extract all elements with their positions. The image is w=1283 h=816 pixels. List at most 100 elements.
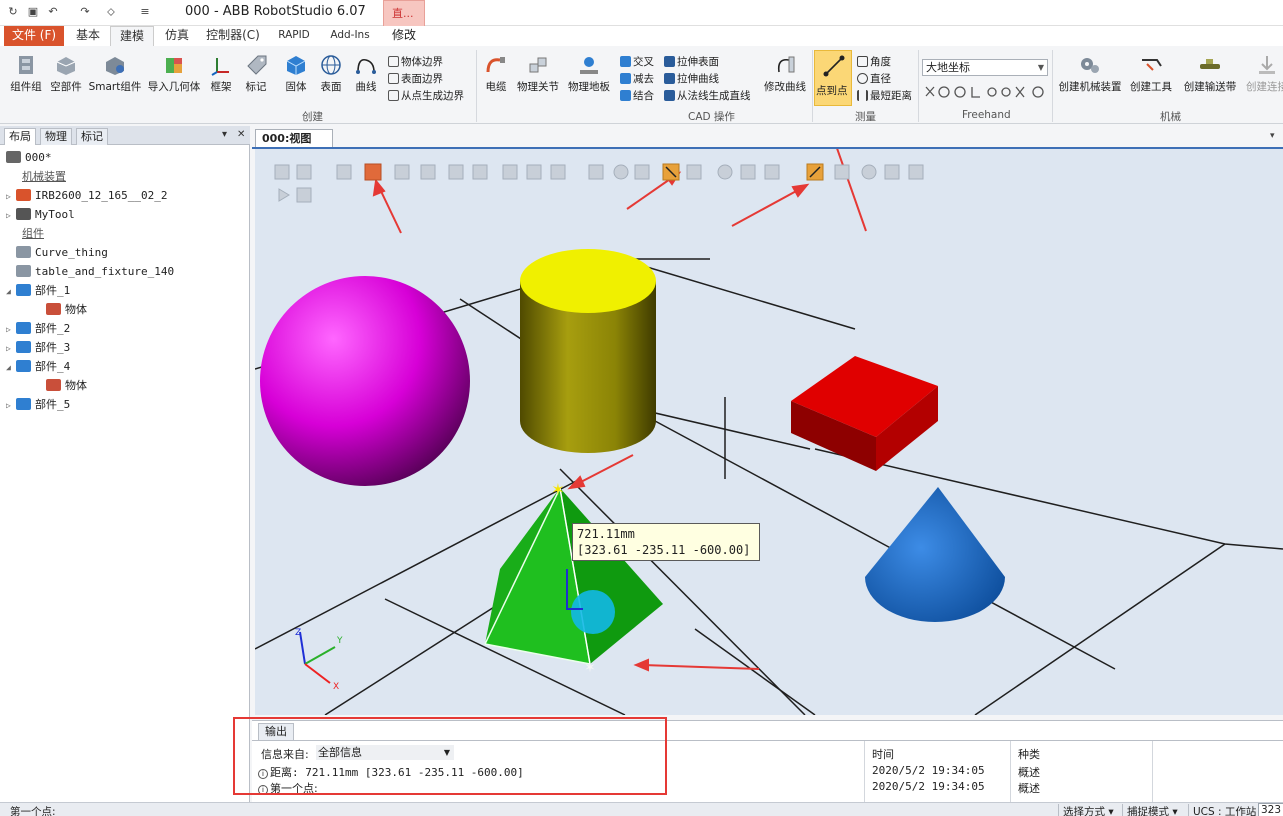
extrude-surface-button[interactable]: 拉伸表面 (664, 54, 719, 70)
button-label: 创建连接 (1246, 81, 1283, 93)
cable-button[interactable]: 电缆 (480, 54, 512, 94)
tab-rapid[interactable]: RAPID (270, 26, 318, 46)
tree-item-label: 部件_4 (35, 360, 71, 373)
button-label: 修改曲线 (764, 81, 806, 93)
expand-toggle-icon[interactable]: ◢ (6, 358, 16, 377)
scene-canvas[interactable]: ✶ ✶ Z Y X (255, 149, 1283, 715)
smart-component-icon (106, 57, 124, 75)
station-icon (6, 151, 21, 163)
expand-toggle-icon[interactable]: ▷ (6, 320, 16, 339)
output-kind: 概述 (1018, 782, 1040, 795)
tab-modeling[interactable]: 建模 (110, 26, 154, 46)
point-to-point-button[interactable]: 点到点 (814, 50, 852, 106)
snap-mode-dropdown[interactable]: 捕捉模式 ▾ (1122, 804, 1178, 816)
surface-button[interactable]: 表面 (315, 54, 347, 94)
physics-floor-button[interactable]: 物理地板 (565, 54, 613, 94)
tab-physics[interactable]: 物理 (40, 128, 72, 145)
angle-button[interactable]: 角度 (857, 54, 891, 70)
expand-toggle-icon[interactable]: ◢ (6, 282, 16, 301)
surface-boundary-button[interactable]: 表面边界 (388, 71, 443, 87)
intersect-button[interactable]: 交叉 (620, 54, 654, 70)
freehand-tools-icons[interactable] (924, 84, 1048, 100)
part-icon (16, 398, 31, 410)
create-conveyor-button[interactable]: 创建输送带 (1181, 54, 1239, 94)
select-icon[interactable]: ⬦ (104, 5, 118, 19)
axis-label-y: Y (336, 636, 343, 646)
union-button[interactable]: 结合 (620, 88, 654, 104)
cone-part[interactable] (865, 487, 1005, 622)
component-group-button[interactable]: 组件组 (8, 54, 44, 94)
sphere-part[interactable] (260, 276, 470, 486)
diameter-button[interactable]: 直径 (857, 71, 891, 87)
select-part-icon[interactable] (364, 163, 382, 181)
empty-part-button[interactable]: 空部件 (48, 54, 84, 94)
tree-item[interactable]: Curve_thing (6, 243, 108, 262)
expand-toggle-icon[interactable]: ▷ (6, 396, 16, 415)
tab-file[interactable]: 文件 (F) (4, 26, 64, 46)
select-mode-dropdown[interactable]: 选择方式 ▾ (1058, 804, 1114, 816)
panel-close-icon[interactable]: ✕ (237, 129, 245, 140)
physics-joint-button[interactable]: 物理关节 (514, 54, 562, 94)
tree-item[interactable]: 000* (6, 148, 52, 167)
line-from-normal-button[interactable]: 从法线生成直线 (664, 88, 751, 104)
tab-tags[interactable]: 标记 (76, 128, 108, 145)
expand-toggle-icon[interactable]: ▷ (6, 206, 16, 225)
customize-icon[interactable]: ≡ (138, 5, 152, 19)
tree-item[interactable]: ▷ 部件_3 (6, 338, 70, 357)
cylinder-part[interactable] (520, 249, 656, 453)
tag-button[interactable]: 标记 (240, 54, 272, 94)
solid-button[interactable]: 固体 (280, 54, 312, 94)
tab-modify[interactable]: 修改 (384, 26, 424, 46)
create-tool-button[interactable]: 创建工具 (1126, 54, 1176, 94)
tab-controller[interactable]: 控制器(C) (200, 26, 266, 46)
tab-addins[interactable]: Add-Ins (324, 26, 376, 46)
tree-item[interactable]: 物体 (36, 376, 87, 395)
boundary-from-points-button[interactable]: 从点生成边界 (388, 88, 464, 104)
tree-item[interactable]: ◢ 部件_1 (6, 281, 70, 300)
button-label: 电缆 (485, 81, 507, 93)
refresh-icon[interactable]: ↻ (6, 5, 20, 19)
save-icon[interactable]: ▣ (26, 5, 40, 19)
view-tab[interactable]: 000:视图1× (255, 129, 333, 162)
button-label: 最短距离 (870, 90, 912, 102)
tree-item[interactable]: ▷ MyTool (6, 205, 75, 224)
tab-layout[interactable]: 布局 (4, 128, 36, 145)
min-distance-button[interactable]: 最短距离 (857, 88, 912, 104)
reference-frame-dropdown[interactable]: 大地坐标 ▼ (922, 59, 1048, 76)
curve-button[interactable]: 曲线 (350, 54, 382, 94)
tree-item-label: 物体 (65, 379, 87, 392)
import-geometry-button[interactable]: 导入几何体 (145, 54, 203, 94)
tab-simulation[interactable]: 仿真 (156, 26, 198, 46)
tree-item[interactable]: ◢ 部件_4 (6, 357, 70, 376)
view-menu-icon[interactable]: ▾ (1270, 131, 1275, 141)
tree-group-header: 组件 (22, 224, 44, 243)
expand-toggle-icon[interactable]: ▷ (6, 187, 16, 206)
undo-icon[interactable]: ↶ (46, 5, 60, 19)
tree-item[interactable]: ▷ 部件_5 (6, 395, 70, 414)
create-connection-button[interactable]: 创建连接 (1242, 54, 1283, 94)
viewport-toolbar[interactable] (271, 163, 936, 209)
panel-pin-icon[interactable]: ▾ (222, 129, 227, 140)
redo-icon[interactable]: ↷ (78, 5, 92, 19)
tree-item[interactable]: table_and_fixture_140 (6, 262, 174, 281)
tree-item[interactable]: 物体 (36, 300, 87, 319)
create-mechanism-button[interactable]: 创建机械装置 (1055, 54, 1125, 94)
extrude-curve-button[interactable]: 拉伸曲线 (664, 71, 719, 87)
3d-viewport[interactable]: ✶ ✶ Z Y X 721.11mm [323.61 -235.11 -600.… (255, 149, 1283, 715)
tree-item[interactable]: ▷ 部件_2 (6, 319, 70, 338)
subtract-button[interactable]: 减去 (620, 71, 654, 87)
box-part[interactable] (791, 356, 938, 471)
diameter-icon (857, 73, 868, 84)
button-label: 组件组 (10, 81, 42, 93)
point-to-point-icon (823, 55, 845, 77)
group-separator (918, 50, 919, 122)
expand-toggle-icon[interactable]: ▷ (6, 339, 16, 358)
frame-button[interactable]: 框架 (206, 54, 236, 94)
modify-curve-button[interactable]: 修改曲线 (760, 54, 810, 94)
body-boundary-button[interactable]: 物体边界 (388, 54, 443, 70)
tree-item[interactable]: ▷ IRB2600_12_165__02_2 (6, 186, 167, 205)
ucs-indicator[interactable]: UCS : 工作站 (1188, 804, 1256, 816)
tab-basic[interactable]: 基本 (68, 26, 108, 46)
button-label: 从法线生成直线 (677, 90, 751, 102)
smart-component-button[interactable]: Smart组件 (88, 54, 142, 94)
